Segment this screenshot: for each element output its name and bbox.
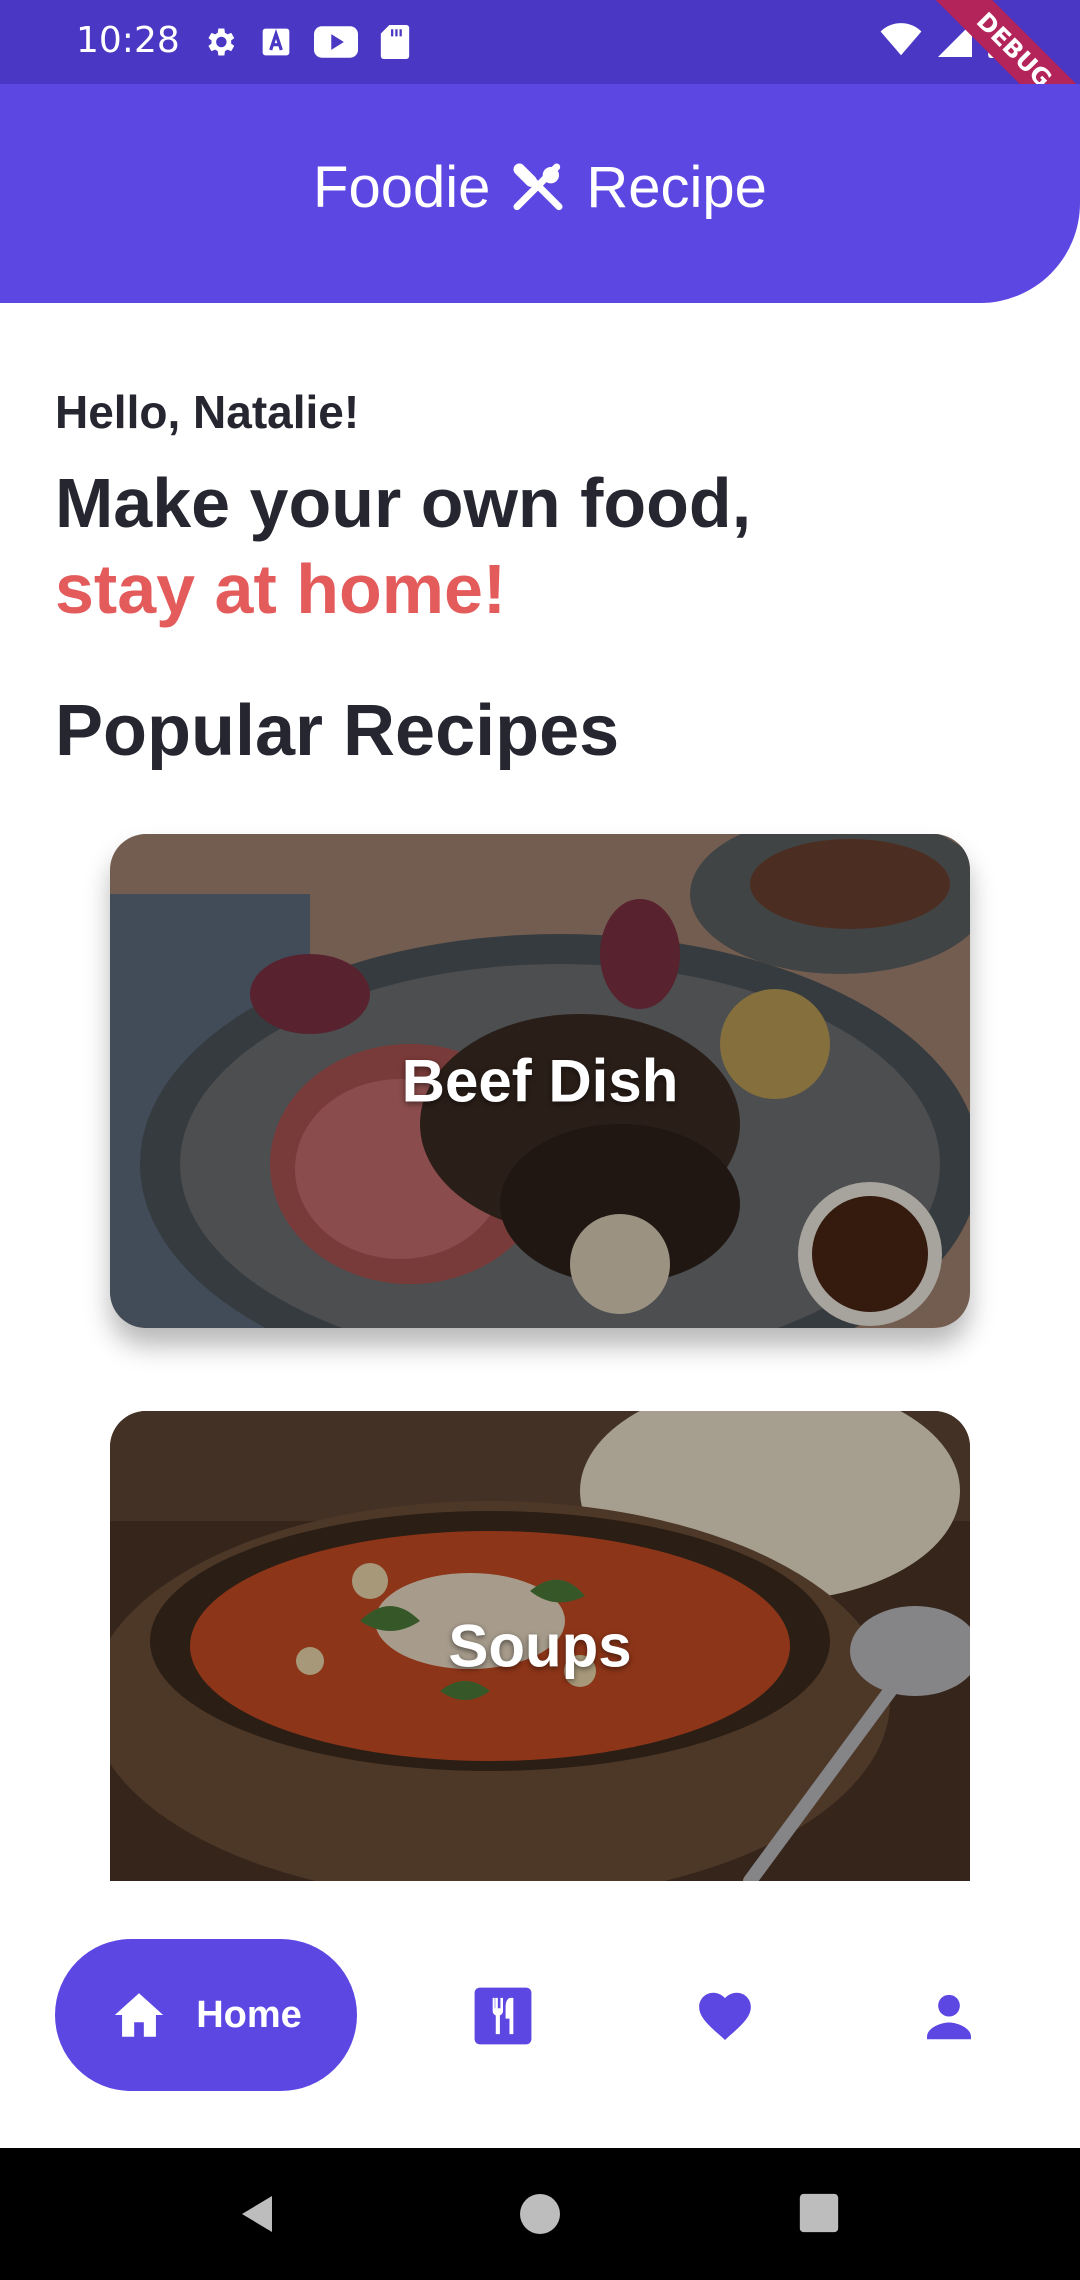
home-icon [115, 1993, 164, 2037]
recipe-card-beef[interactable]: Beef Dish [110, 834, 970, 1328]
sd-card-icon [380, 25, 410, 59]
headline-line1: Make your own food, [55, 464, 752, 542]
recipe-card-label: Beef Dish [401, 1047, 679, 1115]
app-title-left: Foodie [313, 155, 491, 220]
app-title: Foodie Recipe [0, 154, 1080, 221]
headline-line2: stay at home! [55, 550, 507, 628]
greeting-text: Hello, Natalie! [55, 386, 360, 438]
gear-icon [208, 28, 235, 56]
nav-home-label: Home [196, 1993, 302, 2036]
system-nav-bar [0, 2148, 1080, 2280]
recents-icon[interactable] [796, 2190, 842, 2236]
app-bar: Foodie Recipe [0, 84, 1080, 303]
a-box-icon [262, 28, 290, 56]
restaurant-menu-icon[interactable] [472, 1985, 534, 2047]
status-time: 10:28 [76, 20, 180, 61]
person-icon[interactable] [918, 1985, 980, 2047]
recipe-card-soups[interactable]: Soups [110, 1411, 970, 1881]
utensils-cross-icon [513, 163, 563, 210]
app-title-right: Recipe [586, 155, 767, 220]
nav-home-button[interactable]: Home [55, 1939, 357, 2091]
status-notification-icons [202, 24, 410, 60]
bottom-nav: Home [0, 1882, 1080, 2148]
heart-icon[interactable] [694, 1985, 756, 2047]
section-title: Popular Recipes [55, 691, 620, 771]
recipe-card-label: Soups [448, 1612, 632, 1680]
back-icon[interactable] [234, 2190, 282, 2238]
youtube-icon [314, 26, 358, 58]
headline: Make your own food, stay at home! [55, 460, 751, 632]
status-bar: 10:28 DEBUG [0, 0, 1080, 157]
wifi-icon [880, 23, 922, 56]
home-circle-icon[interactable] [516, 2190, 564, 2238]
